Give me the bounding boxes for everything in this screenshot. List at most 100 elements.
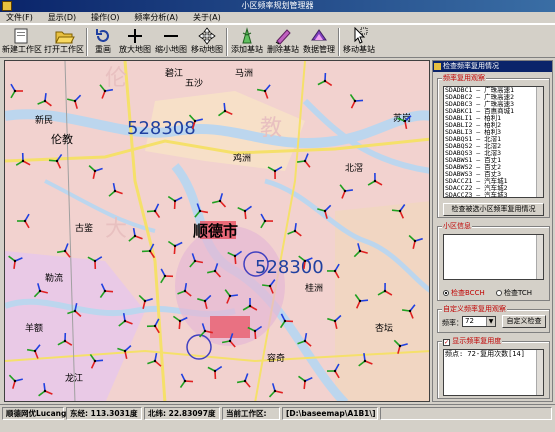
- cell-list-scrollbar[interactable]: [536, 87, 543, 197]
- place-label: 伦教: [51, 132, 73, 146]
- cell-info-group-label: 小区信息: [442, 222, 472, 231]
- station-center-dot: [153, 209, 157, 213]
- usage-info-text: 频点: 72-复用次数[14]: [445, 350, 525, 358]
- panel-title: 检查频率复用情况: [443, 62, 499, 70]
- zoom-out-icon: [164, 35, 178, 37]
- sector-antenna: [254, 330, 257, 340]
- menu-freq-analysis[interactable]: 频率分析(A): [128, 12, 184, 24]
- place-label: 碧江: [165, 67, 183, 79]
- station-center-dot: [303, 339, 307, 343]
- station-center-dot: [193, 119, 197, 123]
- custom-reuse-group-label: 自定义频率复用观察: [442, 305, 507, 314]
- station-center-dot: [203, 299, 207, 303]
- station-center-dot: [178, 319, 182, 323]
- status-empty-pane: [380, 407, 552, 420]
- check-bcch-radio[interactable]: 检查BCCH: [443, 289, 485, 298]
- freq-select[interactable]: 72 ▼: [462, 316, 496, 327]
- toolbar-separator: [338, 28, 340, 56]
- checkbox-icon: ✓: [443, 339, 450, 346]
- menu-file[interactable]: 文件(F): [0, 12, 39, 24]
- show-usage-label: 显示频率复用度: [452, 337, 502, 345]
- redraw-button[interactable]: 重画: [90, 26, 116, 57]
- toolbar-separator: [226, 28, 228, 56]
- station-center-dot: [13, 89, 17, 93]
- place-label: 杏坛: [375, 322, 393, 334]
- cell-info-scrollbar[interactable]: [536, 235, 543, 279]
- station-center-dot: [73, 309, 77, 313]
- zoom-out-button[interactable]: 缩小地图: [154, 26, 188, 57]
- city-block: [210, 316, 250, 338]
- status-workspace-path: [D:\baseemap\A1B1\]: [282, 407, 378, 420]
- station-center-dot: [363, 359, 367, 363]
- cell-info-box[interactable]: [443, 234, 544, 280]
- menu-operation[interactable]: 操作(O): [85, 12, 126, 24]
- station-center-dot: [303, 259, 307, 263]
- station-center-dot: [263, 219, 267, 223]
- show-usage-checkbox[interactable]: ✓ 显示频率复用度: [442, 337, 503, 346]
- data-manage-button[interactable]: 数据管理: [302, 26, 336, 57]
- new-workspace-button[interactable]: 新建工作区: [2, 26, 42, 57]
- place-label: 桂洲: [305, 282, 323, 294]
- menu-about[interactable]: 关于(A): [187, 12, 227, 24]
- station-center-dot: [303, 379, 307, 383]
- sector-antenna: [48, 159, 58, 162]
- postal-code-label: 528308: [127, 118, 196, 139]
- station-center-dot: [23, 219, 27, 223]
- station-center-dot: [343, 189, 347, 193]
- station-center-dot: [103, 289, 107, 293]
- show-usage-group: ✓ 显示频率复用度 频点: 72-复用次数[14]: [437, 337, 550, 399]
- map-canvas[interactable]: 伦 教 大 528308 528300 顺德市 伦教 新民 古鉴 马洲 五沙 苏…: [4, 60, 430, 402]
- map-svg[interactable]: 伦 教 大 528308 528300 顺德市 伦教 新民 古鉴 马洲 五沙 苏…: [5, 61, 430, 402]
- station-center-dot: [333, 319, 337, 323]
- menu-display[interactable]: 显示(D): [42, 12, 82, 24]
- move-station-button[interactable]: 移动基站: [342, 26, 376, 57]
- station-center-dot: [13, 259, 17, 263]
- cell-list-item[interactable]: SDACCZ3 — 汽车城3: [444, 192, 543, 198]
- sector-antenna: [244, 210, 247, 220]
- custom-check-button[interactable]: 自定义检查: [502, 315, 546, 328]
- pan-map-button[interactable]: 移动地图: [190, 26, 224, 57]
- station-center-dot: [203, 329, 207, 333]
- station-center-dot: [223, 109, 227, 113]
- station-center-dot: [398, 344, 402, 348]
- toolbar: 新建工作区 打开工作区 重画 放大地图 缩小地图 移动地图 添加基站 删除基站 …: [0, 24, 555, 58]
- place-label: 古鉴: [75, 222, 93, 234]
- station-center-dot: [213, 369, 217, 373]
- sector-antenna: [173, 245, 176, 255]
- station-center-dot: [228, 339, 232, 343]
- open-folder-icon: [55, 31, 75, 44]
- usage-info-box[interactable]: 频点: 72-复用次数[14]: [443, 349, 544, 396]
- station-center-dot: [293, 229, 297, 233]
- chevron-down-icon[interactable]: ▼: [486, 317, 495, 326]
- sector-antenna: [184, 380, 194, 383]
- place-label: 新民: [35, 114, 53, 126]
- station-center-dot: [93, 169, 97, 173]
- station-center-dot: [358, 299, 362, 303]
- station-center-dot: [13, 379, 17, 383]
- radio-empty-icon: [496, 290, 502, 296]
- station-center-dot: [163, 274, 167, 278]
- check-selected-cell-button[interactable]: 检查被选小区频率复用情况: [443, 203, 544, 216]
- zoom-in-button[interactable]: 放大地图: [118, 26, 152, 57]
- add-station-button[interactable]: 添加基站: [230, 26, 264, 57]
- delete-station-icon: [275, 29, 291, 45]
- panel-title-bar: 检查频率复用情况: [433, 61, 552, 72]
- status-latitude: 北纬: 22.83097度: [144, 407, 220, 420]
- check-tch-radio[interactable]: 检查TCH: [496, 289, 532, 298]
- station-center-dot: [233, 254, 237, 258]
- station-center-dot: [358, 249, 362, 253]
- cell-list[interactable]: SDADBC1 — 广珠高速1 SDADBC2 — 广珠高速2 SDADBC3 — …: [443, 86, 544, 198]
- station-center-dot: [373, 179, 377, 183]
- move-arrows-icon: [198, 27, 216, 45]
- postal-code-label: 528300: [255, 257, 324, 278]
- usage-info-scrollbar[interactable]: [536, 350, 543, 395]
- station-center-dot: [228, 294, 232, 298]
- freq-reuse-panel: 检查频率复用情况 频率复用观察 SDADBC1 — 广珠高速1 SDADBC2 —…: [432, 60, 553, 402]
- delete-station-button[interactable]: 删除基站: [266, 26, 300, 57]
- station-center-dot: [353, 99, 357, 103]
- sector-antenna: [303, 380, 306, 390]
- open-workspace-button[interactable]: 打开工作区: [44, 26, 84, 57]
- window-title: 小区频率规划管理器: [241, 1, 314, 10]
- station-center-dot: [413, 239, 417, 243]
- radio-selected-icon: [443, 290, 449, 296]
